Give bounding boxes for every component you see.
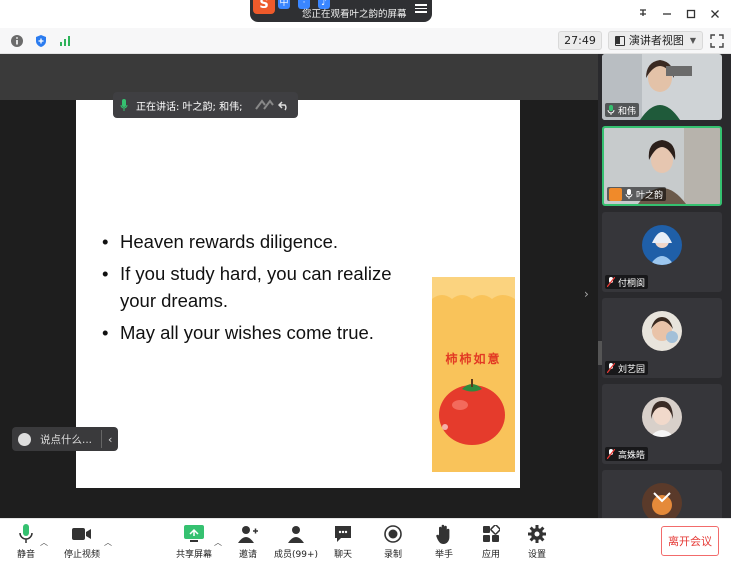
camera-icon (71, 523, 93, 545)
slide-bullet-list: Heaven rewards diligence. If you study h… (102, 228, 402, 351)
view-mode-label: 演讲者视图 (628, 34, 684, 47)
caret-down-icon: ▼ (689, 36, 696, 45)
ime-icon[interactable]: 中 (278, 0, 290, 9)
share-status-text: 您正在观看叶之韵的屏幕 (302, 9, 407, 20)
participant-name-tag: 高姝皓 (605, 447, 649, 461)
settings-button[interactable]: 设置 (513, 523, 561, 561)
participant-tile[interactable]: 和伟 (602, 54, 722, 120)
avatar (642, 311, 682, 351)
share-screen-icon (183, 523, 205, 545)
mic-active-icon (120, 99, 128, 111)
share-screen-label: 共享屏幕 (175, 550, 212, 560)
record-icon (382, 523, 404, 545)
participant-tile[interactable]: 付桐阆 (602, 212, 722, 292)
pin-icon[interactable] (631, 4, 655, 24)
speaking-actions[interactable] (254, 99, 290, 111)
participant-name-tag: 付桐阆 (605, 275, 649, 289)
invite-label: 邀请 (238, 550, 257, 560)
hand-icon (433, 523, 455, 545)
bullet-item: If you study hard, you can realize your … (102, 260, 402, 314)
mic-muted-icon (607, 277, 615, 287)
members-button[interactable]: 成员(99+) (272, 523, 320, 561)
share-screen-button[interactable]: 共享屏幕 (170, 523, 218, 561)
close-icon[interactable] (703, 4, 727, 24)
members-label: 成员(99+) (273, 550, 319, 560)
participant-tile[interactable]: 高姝皓 (602, 384, 722, 464)
raise-hand-button[interactable]: 举手 (420, 523, 468, 561)
apps-grid-icon (480, 523, 502, 545)
bullet-item: May all your wishes come true. (102, 319, 402, 346)
layout-icon (614, 35, 625, 46)
host-badge-icon (609, 187, 622, 201)
record-button[interactable]: 录制 (369, 523, 417, 561)
chat-button[interactable]: 聊天 (319, 523, 367, 561)
avatar (642, 397, 682, 437)
mic-muted-icon (607, 449, 615, 459)
card-illustration (432, 277, 515, 445)
signal-strength-icon[interactable] (56, 32, 74, 50)
mic-icon (625, 189, 633, 199)
participant-tile-active[interactable]: 叶之韵 (602, 126, 722, 206)
participant-tile[interactable] (602, 470, 722, 518)
gear-icon (526, 523, 548, 545)
raise-hand-label: 举手 (434, 550, 453, 560)
screen-share-bar[interactable]: S 中 · ♪ 您正在观看叶之韵的屏幕 (250, 0, 432, 22)
members-icon (285, 523, 307, 545)
app-logo: S (253, 0, 275, 14)
meeting-toolbar: 静音 ︿ 停止视频 ︿ 共享屏幕 ︿ 邀请 成员(99+) 聊天 录制 举手 应… (0, 518, 731, 564)
info-icon[interactable] (8, 32, 26, 50)
minimize-icon[interactable] (655, 4, 679, 24)
security-shield-icon[interactable] (32, 32, 50, 50)
fullscreen-icon[interactable] (709, 33, 725, 49)
bullet-item: Heaven rewards diligence. (102, 228, 402, 255)
participant-name-tag: 叶之韵 (607, 187, 667, 201)
title-bar: S 中 · ♪ 您正在观看叶之韵的屏幕 (0, 0, 731, 28)
mic-muted-icon (607, 363, 615, 373)
meeting-info-strip: 27:49 演讲者视图 ▼ (0, 28, 731, 54)
chat-label: 聊天 (333, 550, 352, 560)
meeting-timer: 27:49 (558, 31, 602, 50)
apps-button[interactable]: 应用 (467, 523, 515, 561)
avatar (642, 483, 682, 518)
chevron-left-icon[interactable]: ‹ (108, 433, 112, 446)
card-title: 柿柿如意 (445, 352, 502, 366)
menu-icon[interactable] (415, 4, 427, 16)
persimmon-card-image: 柿柿如意 (432, 277, 515, 472)
settings-label: 设置 (527, 550, 546, 560)
participant-tile[interactable]: 刘艺园 (602, 298, 722, 378)
chat-icon (332, 523, 354, 545)
maximize-icon[interactable] (679, 4, 703, 24)
participant-name-tag: 和伟 (605, 103, 640, 117)
chevron-up-icon[interactable]: ︿ (40, 537, 48, 548)
invite-button[interactable]: 邀请 (224, 523, 272, 561)
microphone-icon (15, 523, 37, 545)
apps-label: 应用 (481, 550, 500, 560)
stop-video-button[interactable]: 停止视频 (58, 523, 106, 561)
undo-icon[interactable] (278, 99, 290, 111)
leave-meeting-button[interactable]: 离开会议 (661, 526, 719, 556)
stage-top-band (0, 54, 598, 100)
participant-gallery[interactable]: 和伟 叶之韵 付桐阆 刘艺园 高姝皓 (598, 54, 731, 518)
avatar (642, 225, 682, 265)
chevron-right-icon[interactable]: › (584, 287, 589, 301)
add-user-icon (237, 523, 259, 545)
record-label: 录制 (383, 550, 402, 560)
chat-placeholder: 说点什么... (40, 433, 93, 446)
speaking-label: 正在讲话: 叶之韵; 和伟; (136, 101, 243, 113)
mute-label: 静音 (16, 550, 35, 560)
mic-icon (607, 105, 615, 115)
chevron-up-icon[interactable]: ︿ (104, 537, 112, 548)
chevron-up-icon[interactable]: ︿ (214, 537, 222, 548)
chat-input[interactable]: 说点什么... ‹ (12, 427, 118, 451)
emoji-icon[interactable] (18, 432, 31, 446)
window-controls (631, 4, 727, 24)
participant-name-tag: 刘艺园 (605, 361, 649, 375)
annotation-icon[interactable] (254, 99, 276, 111)
view-mode-dropdown[interactable]: 演讲者视图 ▼ (607, 31, 703, 50)
stop-video-label: 停止视频 (63, 550, 100, 560)
speaking-indicator: 正在讲话: 叶之韵; 和伟; (113, 92, 298, 118)
